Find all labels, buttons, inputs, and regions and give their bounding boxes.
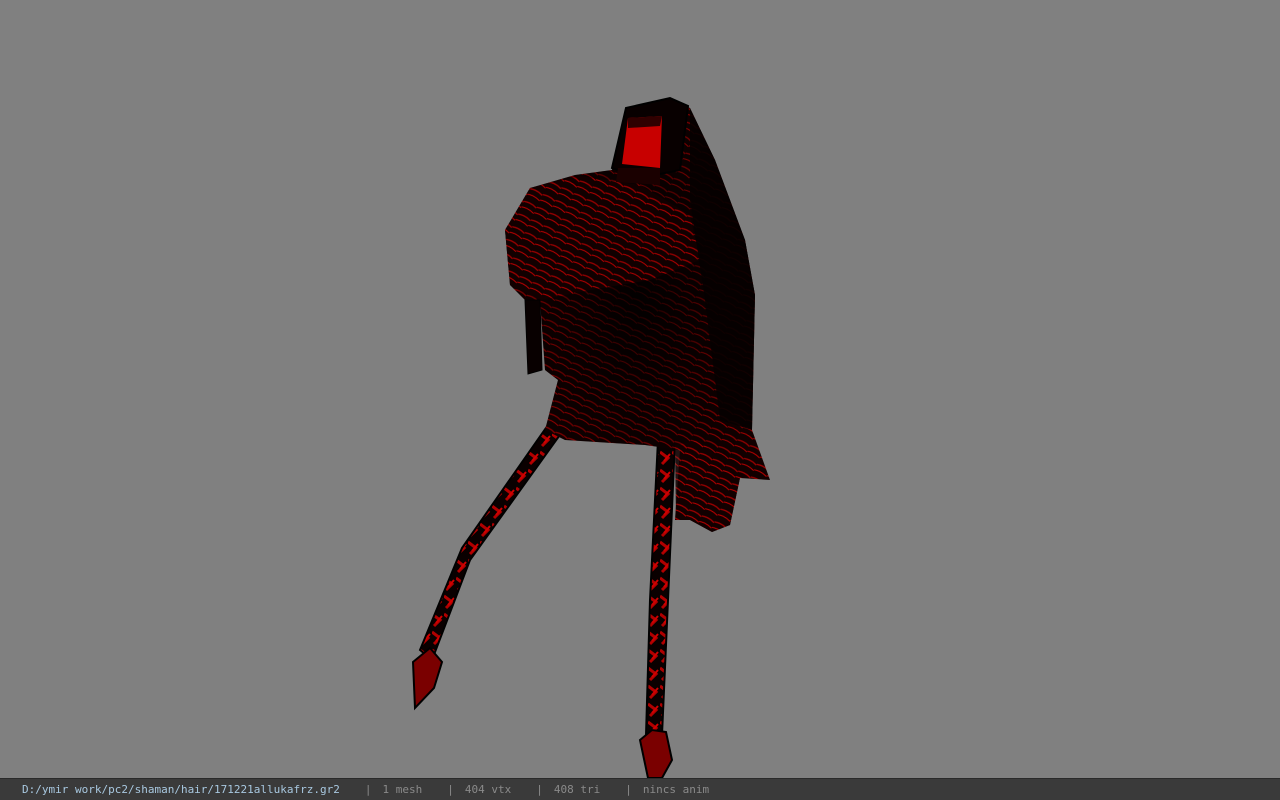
triangle-count: 408 tri bbox=[553, 783, 601, 796]
mesh-count: 1 mesh bbox=[382, 783, 423, 796]
hair-model-render bbox=[411, 96, 770, 778]
separator: | bbox=[447, 783, 454, 796]
separator: | bbox=[625, 783, 632, 796]
status-bar: D:/ymir work/pc2/shaman/hair/171221alluk… bbox=[0, 778, 1280, 800]
separator: | bbox=[364, 783, 372, 796]
separator: | bbox=[536, 783, 543, 796]
vertex-count: 404 vtx bbox=[464, 783, 512, 796]
3d-viewport[interactable] bbox=[0, 0, 1280, 778]
file-path: D:/ymir work/pc2/shaman/hair/171221alluk… bbox=[22, 783, 340, 796]
left-braid bbox=[411, 423, 564, 711]
animation-status: nincs anim bbox=[642, 783, 710, 796]
right-braid bbox=[638, 439, 677, 778]
